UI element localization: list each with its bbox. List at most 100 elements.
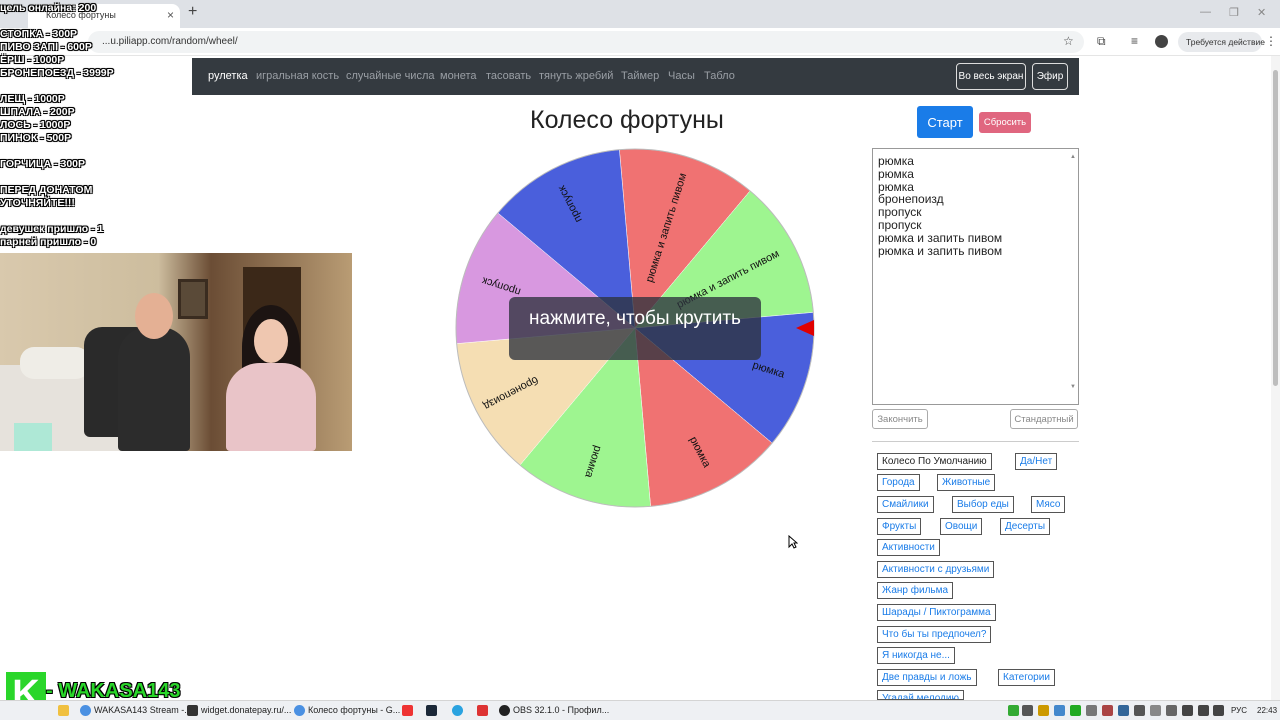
preset-would-you-rather[interactable]: Что бы ты предпочел? xyxy=(877,626,992,643)
start-button[interactable]: Старт xyxy=(917,106,973,138)
language-indicator[interactable]: РУС xyxy=(1231,706,1247,715)
battery-icon[interactable] xyxy=(1213,705,1224,716)
tray-icon[interactable] xyxy=(1008,705,1019,716)
preset-fruits[interactable]: Фрукты xyxy=(877,518,922,535)
menu-kebab-icon[interactable]: ⋮ xyxy=(1265,34,1277,48)
taskbar: WAKASA143 Stream -... widget.donatepay.r… xyxy=(0,700,1280,720)
webcam-person-woman-face xyxy=(254,319,288,363)
donatepay-icon[interactable] xyxy=(187,705,198,716)
file-explorer-icon[interactable] xyxy=(58,705,69,716)
bookmark-star-icon[interactable]: ☆ xyxy=(1063,34,1074,48)
steam-icon[interactable] xyxy=(426,705,437,716)
scroll-up-icon[interactable]: ▲ xyxy=(1070,151,1076,164)
preset-activities-friends[interactable]: Активности с друзьями xyxy=(877,561,995,578)
extensions-icon[interactable]: ⧉ xyxy=(1097,34,1106,49)
tray-icon[interactable] xyxy=(1166,705,1177,716)
preset-activities[interactable]: Активности xyxy=(877,539,940,556)
fullscreen-button[interactable]: Во весь экран xyxy=(956,63,1026,90)
finish-button[interactable]: Закончить xyxy=(872,409,928,429)
divider xyxy=(872,441,1079,442)
browser-toolbar: ...u.piliapp.com/random/wheel/ ☆ ⧉ ≡ Тре… xyxy=(0,28,1280,56)
preset-emojis[interactable]: Смайлики xyxy=(877,496,934,513)
nav-draw-lots[interactable]: тянуть жребий xyxy=(539,70,613,82)
preset-movie-genre[interactable]: Жанр фильма xyxy=(877,582,954,599)
site-navbar: рулетка игральная кость случайные числа … xyxy=(192,58,1079,95)
reset-button[interactable]: Сбросить xyxy=(979,112,1031,133)
scroll-down-icon[interactable]: ▼ xyxy=(1070,381,1076,394)
network-icon[interactable] xyxy=(1182,705,1193,716)
taskbar-item[interactable]: widget.donatepay.ru/... xyxy=(201,705,291,715)
browser-tabstrip: Колесо фортуны × + — ❐ ✕ xyxy=(0,0,1280,28)
preset-default-wheel[interactable]: Колесо По Умолчанию xyxy=(877,453,992,470)
tray-icon[interactable] xyxy=(1086,705,1097,716)
preset-charades[interactable]: Шарады / Пиктограмма xyxy=(877,604,996,621)
nav-timer[interactable]: Таймер xyxy=(621,70,659,82)
window-close-icon[interactable]: ✕ xyxy=(1257,6,1266,19)
action-required-button[interactable]: Требуется действие xyxy=(1178,32,1265,52)
chrome-icon[interactable] xyxy=(294,705,305,716)
overlay-line: СТОПКА - 300Р xyxy=(0,28,78,40)
overlay-line: девушек пришло - 1 xyxy=(0,223,104,235)
tray-icon[interactable] xyxy=(1118,705,1129,716)
preset-guess-melody[interactable]: Угадай мелодию xyxy=(877,690,964,700)
media-icon[interactable]: ≡ xyxy=(1131,34,1138,48)
nav-random-numbers[interactable]: случайные числа xyxy=(346,70,434,82)
telegram-icon[interactable] xyxy=(452,705,463,716)
overlay-line: цель онлайна: 200 xyxy=(0,2,97,14)
webcam-person-woman xyxy=(226,363,316,451)
overlay-line: ЛЕЩ - 1000Р xyxy=(0,93,65,105)
tray-icon[interactable] xyxy=(1022,705,1033,716)
clock[interactable]: 22:43 xyxy=(1257,706,1277,715)
yandex-icon[interactable] xyxy=(402,705,413,716)
taskbar-item[interactable]: WAKASA143 Stream -... xyxy=(94,705,192,715)
scrollbar-thumb[interactable] xyxy=(1273,70,1278,386)
overlay-line: ПИНОК - 500Р xyxy=(0,132,72,144)
broadcast-button[interactable]: Эфир xyxy=(1032,63,1068,90)
nav-scoreboard[interactable]: Табло xyxy=(704,70,735,82)
preset-categories[interactable]: Категории xyxy=(998,669,1055,686)
nav-coin[interactable]: монета xyxy=(440,70,477,82)
tray-icon[interactable] xyxy=(1054,705,1065,716)
tab-close-icon[interactable]: × xyxy=(167,8,174,22)
profile-avatar[interactable] xyxy=(1155,35,1168,48)
entry-line: рюмка и запить пивом xyxy=(878,243,1003,258)
preset-meat[interactable]: Мясо xyxy=(1031,496,1066,513)
restore-icon[interactable]: ❐ xyxy=(1229,6,1239,19)
page-scrollbar[interactable] xyxy=(1271,56,1280,700)
tray-icon[interactable] xyxy=(1134,705,1145,716)
minimize-icon[interactable]: — xyxy=(1200,6,1211,18)
overlay-line: ЁРШ - 1000Р xyxy=(0,54,65,66)
spin-hint-overlay[interactable]: нажмите, чтобы крутить xyxy=(509,297,761,360)
preset-animals[interactable]: Животные xyxy=(937,474,996,491)
new-tab-icon[interactable]: + xyxy=(188,3,197,21)
taskbar-item[interactable]: OBS 32.1.0 - Профил... xyxy=(513,705,609,715)
webcam-person-man-head xyxy=(135,293,173,339)
preset-yes-no[interactable]: Да/Нет xyxy=(1015,453,1058,470)
chrome-icon[interactable] xyxy=(80,705,91,716)
preset-two-truths[interactable]: Две правды и ложь xyxy=(877,669,977,686)
preset-vegetables[interactable]: Овощи xyxy=(940,518,983,535)
nav-shuffle[interactable]: тасовать xyxy=(486,70,531,82)
tray-icon[interactable] xyxy=(1070,705,1081,716)
obs-icon[interactable] xyxy=(499,705,510,716)
preset-never-have-i[interactable]: Я никогда не... xyxy=(877,647,955,664)
preset-food[interactable]: Выбор еды xyxy=(952,496,1014,513)
tray-icon[interactable] xyxy=(1102,705,1113,716)
nav-dice[interactable]: игральная кость xyxy=(256,70,339,82)
volume-icon[interactable] xyxy=(1198,705,1209,716)
tray-icon[interactable] xyxy=(1150,705,1161,716)
tray-icon[interactable] xyxy=(1038,705,1049,716)
webcam-object xyxy=(14,423,52,451)
webcam-person-man xyxy=(118,327,190,451)
entry-line: пропуск xyxy=(878,217,922,232)
preset-cities[interactable]: Города xyxy=(877,474,920,491)
address-bar[interactable]: ...u.piliapp.com/random/wheel/ xyxy=(88,31,1084,53)
nav-clock[interactable]: Часы xyxy=(668,70,695,82)
entry-line: рюмка xyxy=(878,154,914,168)
nav-roulette[interactable]: рулетка xyxy=(208,70,248,82)
preset-desserts[interactable]: Десерты xyxy=(1000,518,1051,535)
taskbar-item[interactable]: Колесо фортуны - G... xyxy=(308,705,400,715)
app-icon[interactable] xyxy=(477,705,488,716)
entries-textarea[interactable]: рюмка рюмка рюмка бронепоизд пропуск про… xyxy=(872,148,1079,405)
standard-button[interactable]: Стандартный xyxy=(1010,409,1078,429)
